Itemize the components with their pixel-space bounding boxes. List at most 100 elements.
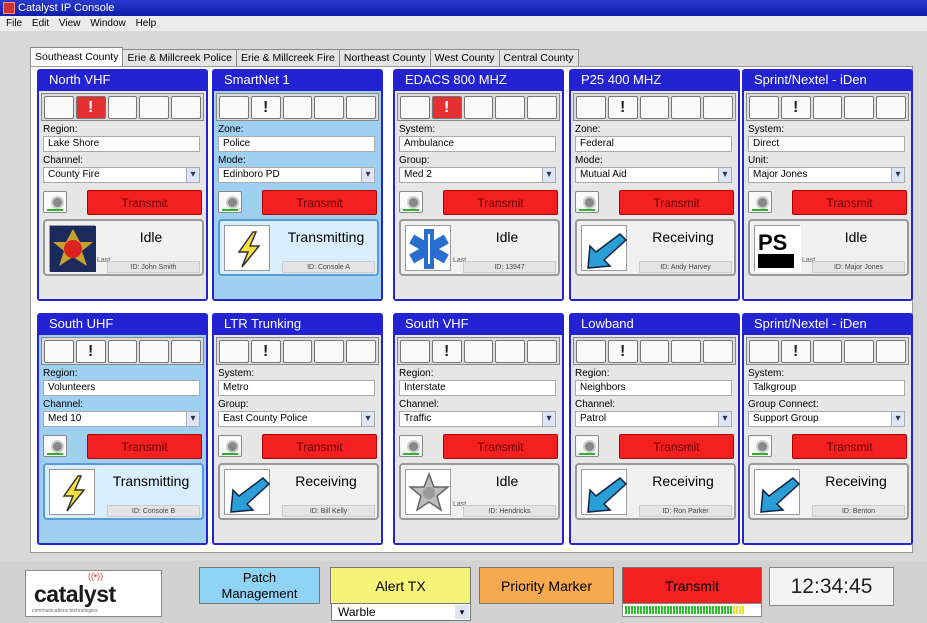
field2-select[interactable]: Support Group (748, 411, 905, 427)
field2-select[interactable]: Traffic (399, 411, 556, 427)
phone-icon[interactable] (671, 96, 702, 119)
book-icon[interactable] (876, 96, 906, 119)
knob-icon[interactable] (44, 340, 74, 363)
page-icon[interactable] (463, 96, 494, 119)
alert-icon[interactable]: ! (780, 96, 811, 119)
alert-icon[interactable]: ! (75, 340, 106, 363)
book-icon[interactable] (346, 340, 376, 363)
book-icon[interactable] (703, 96, 733, 119)
speaker-icon[interactable] (399, 191, 423, 213)
book-icon[interactable] (876, 340, 906, 363)
field1-input[interactable]: Neighbors (575, 380, 732, 396)
alert-icon[interactable]: ! (607, 340, 638, 363)
field1-input[interactable]: Talkgroup (748, 380, 905, 396)
phone-icon[interactable] (139, 96, 170, 119)
transmit-button[interactable]: Transmit (443, 190, 558, 215)
transmit-button[interactable]: Transmit (619, 190, 734, 215)
tab-northeast-county[interactable]: Northeast County (338, 49, 431, 66)
field2-select[interactable]: Patrol (575, 411, 732, 427)
page-icon[interactable] (639, 340, 670, 363)
phone-icon[interactable] (495, 96, 526, 119)
field2-select[interactable]: Med 2 (399, 167, 556, 183)
alert-icon[interactable]: ! (250, 340, 281, 363)
field2-select[interactable]: Major Jones (748, 167, 905, 183)
field1-input[interactable]: Volunteers (43, 380, 200, 396)
speaker-icon[interactable] (218, 435, 242, 457)
speaker-icon[interactable] (748, 435, 772, 457)
alert-tx-button[interactable]: Alert TX (330, 567, 471, 604)
tab-erie-police[interactable]: Erie & Millcreek Police (122, 49, 237, 66)
page-icon[interactable] (812, 340, 843, 363)
alert-icon[interactable]: ! (250, 96, 281, 119)
phone-icon[interactable] (671, 340, 702, 363)
book-icon[interactable] (527, 340, 557, 363)
phone-icon[interactable] (495, 340, 526, 363)
page-icon[interactable] (282, 96, 313, 119)
menu-file[interactable]: File (6, 18, 22, 29)
phone-icon[interactable] (844, 340, 875, 363)
speaker-icon[interactable] (43, 191, 67, 213)
knob-icon[interactable] (219, 340, 249, 363)
menu-window[interactable]: Window (90, 18, 126, 29)
patch-management-button[interactable]: Patch Management (199, 567, 320, 604)
book-icon[interactable] (703, 340, 733, 363)
knob-icon[interactable] (749, 340, 779, 363)
speaker-icon[interactable] (575, 435, 599, 457)
knob-icon[interactable] (749, 96, 779, 119)
book-icon[interactable] (171, 96, 201, 119)
knob-icon[interactable] (400, 340, 430, 363)
page-icon[interactable] (639, 96, 670, 119)
page-icon[interactable] (282, 340, 313, 363)
field1-input[interactable]: Federal (575, 136, 732, 152)
field2-select[interactable]: Edinboro PD (218, 167, 375, 183)
main-transmit-button[interactable]: Transmit (622, 567, 762, 604)
speaker-icon[interactable] (43, 435, 67, 457)
knob-icon[interactable] (576, 340, 606, 363)
knob-icon[interactable] (576, 96, 606, 119)
speaker-icon[interactable] (218, 191, 242, 213)
book-icon[interactable] (171, 340, 201, 363)
alert-tone-select[interactable]: Warble ▾ (331, 603, 471, 621)
field1-input[interactable]: Direct (748, 136, 905, 152)
alert-icon[interactable]: ! (431, 340, 462, 363)
phone-icon[interactable] (314, 96, 345, 119)
transmit-button[interactable]: Transmit (87, 434, 202, 459)
page-icon[interactable] (812, 96, 843, 119)
page-icon[interactable] (107, 340, 138, 363)
menu-view[interactable]: View (59, 18, 81, 29)
speaker-icon[interactable] (748, 191, 772, 213)
field1-input[interactable]: Ambulance (399, 136, 556, 152)
book-icon[interactable] (527, 96, 557, 119)
speaker-icon[interactable] (399, 435, 423, 457)
alert-icon[interactable]: ! (607, 96, 638, 119)
field1-input[interactable]: Lake Shore (43, 136, 200, 152)
field2-select[interactable]: East County Police (218, 411, 375, 427)
knob-icon[interactable] (44, 96, 74, 119)
menu-edit[interactable]: Edit (32, 18, 49, 29)
tab-erie-fire[interactable]: Erie & Millcreek Fire (235, 49, 340, 66)
book-icon[interactable] (346, 96, 376, 119)
alert-icon[interactable]: ! (431, 96, 462, 119)
priority-marker-button[interactable]: Priority Marker (479, 567, 614, 604)
tab-southeast-county[interactable]: Southeast County (30, 47, 124, 66)
phone-icon[interactable] (314, 340, 345, 363)
transmit-button[interactable]: Transmit (792, 190, 907, 215)
knob-icon[interactable] (219, 96, 249, 119)
transmit-button[interactable]: Transmit (619, 434, 734, 459)
field1-input[interactable]: Interstate (399, 380, 556, 396)
page-icon[interactable] (463, 340, 494, 363)
field2-select[interactable]: Mutual Aid (575, 167, 732, 183)
phone-icon[interactable] (139, 340, 170, 363)
transmit-button[interactable]: Transmit (792, 434, 907, 459)
field1-input[interactable]: Police (218, 136, 375, 152)
page-icon[interactable] (107, 96, 138, 119)
tab-central-county[interactable]: Central County (498, 49, 579, 66)
field1-input[interactable]: Metro (218, 380, 375, 396)
speaker-icon[interactable] (575, 191, 599, 213)
field2-select[interactable]: Med 10 (43, 411, 200, 427)
transmit-button[interactable]: Transmit (262, 190, 377, 215)
tab-west-county[interactable]: West County (429, 49, 500, 66)
transmit-button[interactable]: Transmit (443, 434, 558, 459)
transmit-button[interactable]: Transmit (262, 434, 377, 459)
alert-icon[interactable]: ! (75, 96, 106, 119)
